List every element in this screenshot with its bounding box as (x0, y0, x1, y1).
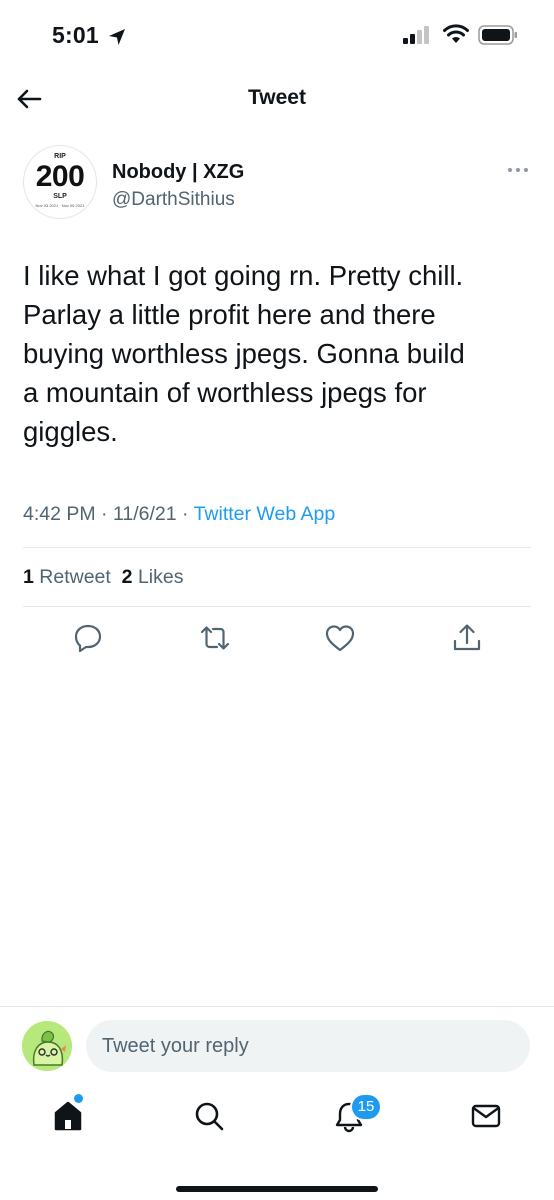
reply-icon[interactable] (71, 621, 105, 655)
divider (23, 606, 531, 607)
page-title: Tweet (248, 86, 306, 109)
tweet-meta: 4:42 PM · 11/6/21 · Twitter Web App (23, 503, 335, 526)
notification-badge: 15 (352, 1095, 380, 1119)
battery-icon (478, 25, 517, 45)
engagement-counts: 1 Retweet 2 Likes (23, 566, 183, 589)
cellular-signal-icon (403, 26, 429, 44)
location-arrow-icon (109, 29, 125, 45)
search-icon[interactable] (189, 1096, 229, 1136)
author-handle[interactable]: @DarthSithius (112, 189, 235, 211)
user-avatar[interactable] (22, 1021, 72, 1071)
meta-separator: · (101, 503, 108, 525)
tweet-source-link[interactable]: Twitter Web App (194, 503, 336, 525)
like-icon[interactable] (323, 621, 357, 655)
meta-separator: · (182, 503, 189, 525)
author-avatar[interactable]: RIP 200 SLP Nov 03 2021 · Nov 06 2021 (24, 146, 96, 218)
retweet-count: 1 (23, 566, 34, 588)
avatar-rip-text: RIP (54, 153, 66, 160)
likes-link[interactable]: 2 Likes (122, 566, 184, 588)
retweets-link[interactable]: 1 Retweet (23, 566, 111, 588)
retweet-label: Retweet (39, 566, 111, 588)
home-indicator (176, 1186, 378, 1192)
messages-icon[interactable] (466, 1096, 506, 1136)
retweet-icon[interactable] (198, 621, 232, 655)
composer-divider (0, 1006, 554, 1007)
home-new-indicator (74, 1094, 83, 1103)
tweet-date: 11/6/21 (112, 503, 177, 525)
more-dots-icon[interactable] (506, 164, 530, 176)
reply-input[interactable]: Tweet your reply (86, 1020, 530, 1072)
avatar-unit-text: SLP (53, 193, 67, 200)
share-icon[interactable] (450, 621, 484, 655)
wifi-icon (443, 24, 469, 43)
like-label: Likes (137, 566, 184, 588)
tweet-text: I like what I got going rn. Pretty chill… (23, 260, 465, 447)
avatar-dates: Nov 03 2021 · Nov 06 2021 (35, 203, 85, 208)
tweet-time: 4:42 PM (23, 503, 96, 525)
status-time: 5:01 (52, 22, 99, 48)
like-count: 2 (121, 566, 133, 588)
home-icon[interactable] (48, 1096, 88, 1136)
axie-avatar-icon (22, 1021, 72, 1071)
avatar-number: 200 (35, 160, 85, 193)
author-display-name[interactable]: Nobody | XZG (112, 161, 244, 184)
divider (23, 547, 531, 548)
